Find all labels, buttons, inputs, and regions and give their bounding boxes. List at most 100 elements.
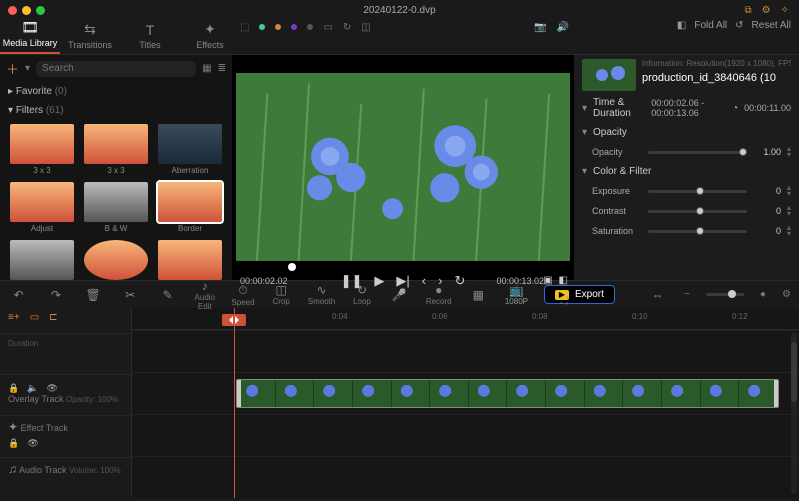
track-layout-icon[interactable]: ⊏ <box>49 312 57 323</box>
undo-button[interactable]: ↶ <box>8 288 29 302</box>
crop-icon[interactable]: ◫ <box>361 22 370 33</box>
detach-icon[interactable]: ◧ <box>559 275 568 286</box>
redo-button[interactable]: ↷ <box>45 288 66 302</box>
param-value[interactable]: 1.00 <box>753 147 781 157</box>
titlebar-action-icon[interactable]: ⚙ <box>762 5 771 16</box>
timeline-lane-overlay[interactable] <box>132 372 799 414</box>
marker-color-icon[interactable] <box>275 24 281 30</box>
timeline-lane-effect[interactable] <box>132 414 799 456</box>
snapshot-icon[interactable]: ▣ <box>543 275 552 286</box>
marker-color-icon[interactable] <box>307 24 313 30</box>
zoom-slider[interactable] <box>706 293 744 296</box>
visibility-icon[interactable]: 👁 <box>46 383 57 394</box>
zoom-in-icon[interactable]: ● <box>760 289 766 300</box>
titlebar-action-icon[interactable]: ✧ <box>781 5 789 16</box>
tab-titles[interactable]: T Titles <box>120 22 180 54</box>
timeline-scrollbar[interactable] <box>791 332 797 494</box>
filter-thumb[interactable]: B & W <box>82 182 150 234</box>
step-forward-button[interactable]: ▶| <box>396 273 409 289</box>
param-value[interactable]: 0 <box>753 226 781 236</box>
filter-thumb[interactable]: Circular Mask <box>82 240 150 280</box>
prev-frame-button[interactable]: ‹ <box>422 273 426 288</box>
maximize-window-icon[interactable] <box>36 6 45 15</box>
search-input[interactable] <box>36 61 196 77</box>
clip-trim-handle[interactable] <box>774 380 778 407</box>
video-preview[interactable] <box>236 73 570 261</box>
fold-all-button[interactable]: Fold All <box>694 20 727 31</box>
close-window-icon[interactable] <box>8 6 17 15</box>
eraser-tool[interactable]: ✎ <box>157 288 178 302</box>
stepper-icon[interactable]: ▴▾ <box>787 205 791 217</box>
timeline-lane-audio[interactable] <box>132 456 799 498</box>
playhead-handle[interactable] <box>222 314 246 326</box>
track-header-audio[interactable]: ♫ Audio Track Volume: 100% <box>0 457 131 498</box>
marker-icon[interactable]: ⬚ <box>240 22 249 33</box>
next-frame-button[interactable]: › <box>438 273 442 288</box>
marker-color-icon[interactable] <box>291 24 297 30</box>
timeline-lane[interactable] <box>132 330 799 372</box>
opacity-slider[interactable] <box>648 151 747 154</box>
saturation-slider[interactable] <box>648 230 747 233</box>
filter-thumb[interactable]: Aberration <box>156 124 224 176</box>
titlebar-action-icon[interactable]: ⧉ <box>745 5 752 16</box>
dropdown-icon[interactable]: ▾ <box>25 63 30 74</box>
lock-icon[interactable]: 🔒 <box>8 438 19 449</box>
filter-thumb[interactable]: Cartoon <box>8 240 76 280</box>
filter-thumb[interactable]: 3 x 3 <box>8 124 76 176</box>
minimize-window-icon[interactable] <box>22 6 31 15</box>
fullscreen-icon[interactable]: ⛶ <box>561 296 568 307</box>
stopwatch-icon[interactable]: ◔ <box>732 103 738 114</box>
section-opacity[interactable]: ▾ Opacity <box>582 125 791 140</box>
tab-effects[interactable]: ✦ Effects <box>180 21 240 54</box>
marker-color-icon[interactable] <box>259 24 265 30</box>
pause-button[interactable]: ❚❚ <box>341 273 363 289</box>
timeline-video-clip[interactable] <box>236 379 779 408</box>
track-layout-icon[interactable]: ▭ <box>30 312 39 323</box>
filter-thumb[interactable]: Color Glitch <box>156 240 224 280</box>
camera-icon[interactable]: 📷 <box>534 22 546 33</box>
visibility-icon[interactable]: 👁 <box>27 438 38 449</box>
stepper-icon[interactable]: ▴▾ <box>787 225 791 237</box>
filter-thumb[interactable]: 3 x 3 <box>82 124 150 176</box>
reset-icon[interactable]: ↺ <box>735 20 743 31</box>
section-filters[interactable]: ▾ Filters (61) <box>0 101 232 120</box>
timeline-tracks[interactable]: 0:04 0:06 0:08 0:10 0:12 00:00:02.02 <box>132 308 799 498</box>
rotate-icon[interactable]: ↻ <box>343 22 351 33</box>
section-color-filter[interactable]: ▾ Color & Filter <box>582 164 791 179</box>
playhead[interactable]: 00:00:02.02 <box>234 308 235 498</box>
section-favorite[interactable]: ▸ Favorite (0) <box>0 82 232 101</box>
param-value[interactable]: 0 <box>753 206 781 216</box>
list-view-icon[interactable]: ≣ <box>218 63 226 74</box>
filter-thumb[interactable]: Border <box>156 182 224 234</box>
settings-icon[interactable]: ⚙ <box>782 289 791 300</box>
section-time-duration[interactable]: ▾ Time & Duration 00:00:02.06 - 00:00:13… <box>582 95 791 121</box>
track-header-effect[interactable]: ✦ Effect Track 🔒👁 <box>0 415 131 456</box>
inspect-panel-icon[interactable]: ◧ <box>677 20 686 31</box>
reset-all-button[interactable]: Reset All <box>752 20 791 31</box>
param-value[interactable]: 0 <box>753 186 781 196</box>
add-media-button[interactable]: ＋ <box>6 59 19 78</box>
zoom-out-icon[interactable]: − <box>684 289 690 300</box>
audio-edit-tool[interactable]: ♪Audio Edit <box>194 279 215 311</box>
scrollbar-thumb[interactable] <box>791 342 797 402</box>
add-track-button[interactable]: ≡+ <box>8 312 20 323</box>
grid-view-icon[interactable]: ▦ <box>202 63 211 74</box>
loop-button[interactable]: ↻ <box>454 273 465 289</box>
play-button[interactable]: ▶ <box>374 273 384 289</box>
fit-timeline-button[interactable]: ⇔ <box>647 288 668 302</box>
stepper-icon[interactable]: ▴▾ <box>787 146 791 158</box>
transform-icon[interactable]: ▭ <box>323 22 332 33</box>
volume-icon[interactable]: 🔊 <box>557 22 569 33</box>
tab-media-library[interactable]: 🎞 Media Library <box>0 19 60 54</box>
filter-thumb[interactable]: Adjust <box>8 182 76 234</box>
lock-icon[interactable]: 🔒 <box>8 383 19 394</box>
clip-trim-handle[interactable] <box>237 380 241 407</box>
tab-transitions[interactable]: ⇆ Transitions <box>60 21 120 54</box>
mute-icon[interactable]: 🔈 <box>27 383 38 394</box>
exposure-slider[interactable] <box>648 190 747 193</box>
contrast-slider[interactable] <box>648 210 747 213</box>
delete-button[interactable]: 🗑 <box>82 288 103 302</box>
cut-tool[interactable]: ✂ <box>120 288 141 302</box>
track-header-overlay[interactable]: 🔒🔈👁 Overlay Track Opacity: 100% <box>0 374 131 415</box>
stepper-icon[interactable]: ▴▾ <box>787 185 791 197</box>
